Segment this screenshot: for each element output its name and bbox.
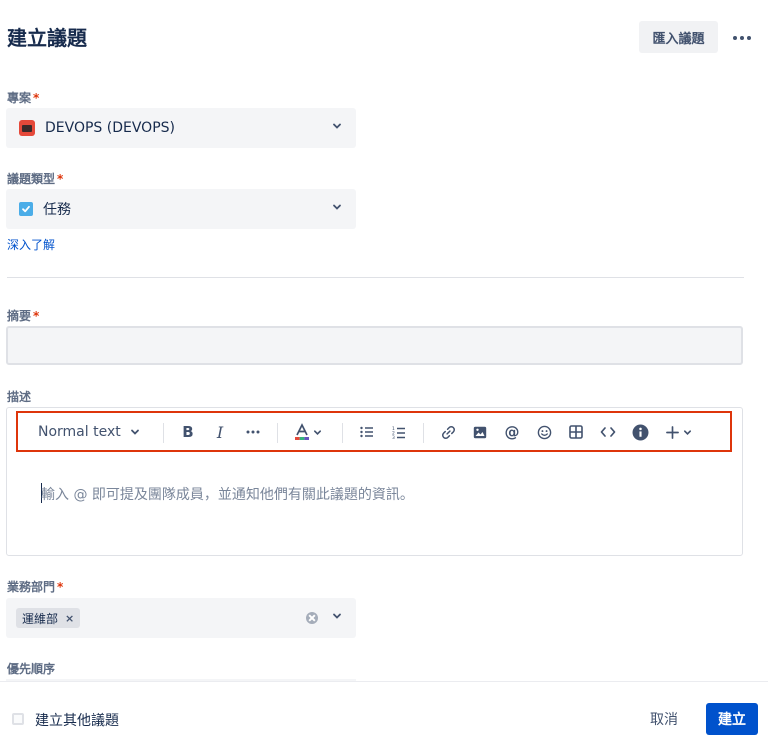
- bullet-list-icon[interactable]: [357, 422, 377, 442]
- import-issues-button[interactable]: 匯入議題: [639, 21, 718, 53]
- learn-more-link[interactable]: 深入了解: [7, 236, 55, 253]
- project-label: 專案 *: [7, 91, 40, 105]
- editor-toolbar: Normal text B I 123 @: [16, 411, 732, 452]
- insert-plus-icon[interactable]: [663, 422, 695, 442]
- info-icon[interactable]: [630, 422, 650, 442]
- numbered-list-icon[interactable]: 123: [389, 422, 409, 442]
- issue-type-select[interactable]: 任務: [6, 189, 356, 229]
- toolbar-separator: [342, 423, 343, 443]
- department-tag-label: 運維部: [22, 611, 59, 626]
- page-title: 建立議題: [7, 26, 87, 50]
- priority-label: 優先順序: [7, 662, 56, 676]
- issue-type-value: 任務: [43, 202, 71, 218]
- mention-icon[interactable]: @: [502, 422, 522, 442]
- svg-text:3: 3: [392, 435, 395, 439]
- summary-label: 摘要 *: [7, 309, 40, 323]
- toolbar-separator: [163, 423, 164, 443]
- chevron-down-icon: [333, 613, 341, 619]
- image-icon[interactable]: [470, 422, 490, 442]
- description-label: 描述: [7, 390, 32, 404]
- text-color-icon[interactable]: [292, 422, 324, 442]
- project-avatar-icon: [19, 120, 35, 136]
- description-editor[interactable]: Normal text B I 123 @ 輸入 @ 即可提及團隊成員，並通知他…: [6, 407, 743, 556]
- chevron-down-icon: [333, 204, 341, 210]
- emoji-icon[interactable]: [534, 422, 554, 442]
- table-icon[interactable]: [566, 422, 586, 442]
- create-another-label[interactable]: 建立其他議題: [35, 710, 119, 730]
- code-icon[interactable]: [598, 422, 618, 442]
- more-options-button[interactable]: [728, 24, 756, 52]
- chevron-down-icon: [333, 123, 341, 129]
- toolbar-separator: [423, 423, 424, 443]
- clear-selection-icon[interactable]: [306, 612, 318, 624]
- project-value: DEVOPS (DEVOPS): [45, 120, 175, 136]
- department-tag: 運維部 ×: [16, 608, 81, 628]
- link-icon[interactable]: [438, 422, 458, 442]
- cancel-button[interactable]: 取消: [640, 704, 688, 734]
- summary-input[interactable]: [6, 326, 743, 365]
- text-style-label: Normal text: [38, 424, 121, 440]
- italic-icon[interactable]: I: [210, 422, 230, 442]
- description-placeholder: 輸入 @ 即可提及團隊成員，並通知他們有關此議題的資訊。: [41, 487, 414, 503]
- task-checkbox-icon: [19, 202, 33, 216]
- footer-divider: [0, 681, 768, 682]
- bold-icon[interactable]: B: [178, 422, 198, 442]
- toolbar-separator: [277, 423, 278, 443]
- more-horizontal-icon: [733, 36, 751, 40]
- create-another-checkbox[interactable]: [12, 713, 24, 725]
- chevron-down-icon: [130, 429, 139, 435]
- department-label: 業務部門 *: [7, 580, 64, 594]
- project-select[interactable]: DEVOPS (DEVOPS): [6, 108, 356, 148]
- text-style-dropdown[interactable]: Normal text: [38, 422, 140, 442]
- remove-tag-icon[interactable]: ×: [65, 612, 74, 625]
- more-formatting-icon[interactable]: [243, 422, 263, 442]
- section-divider: [7, 277, 744, 278]
- department-select[interactable]: 運維部 ×: [6, 598, 356, 638]
- issue-type-label: 議題類型 *: [7, 172, 64, 186]
- create-button[interactable]: 建立: [706, 703, 758, 735]
